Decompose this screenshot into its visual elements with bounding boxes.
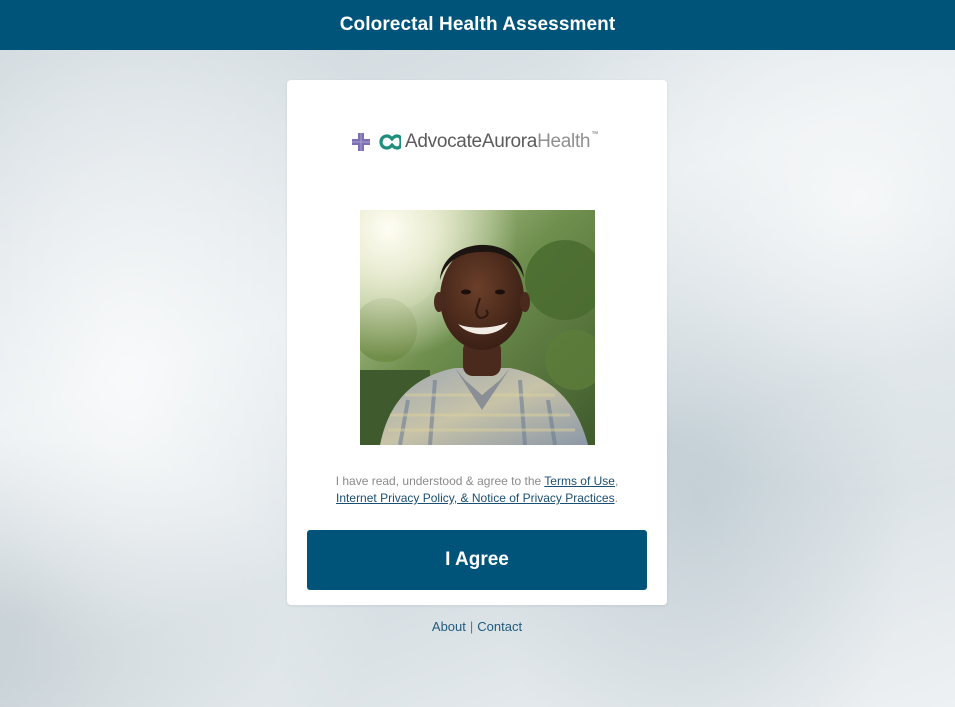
i-agree-button[interactable]: I Agree [307, 530, 647, 590]
page-title: Colorectal Health Assessment [339, 14, 616, 35]
privacy-policy-link[interactable]: Internet Privacy Policy, & Notice of Pri… [336, 491, 615, 505]
brand-name: AdvocateAuroraHealth [405, 131, 590, 153]
hero-photo [360, 210, 595, 445]
advocate-aurora-cross-and-loop-icon [352, 133, 401, 151]
footer-separator: | [469, 619, 474, 634]
trademark-symbol: ™ [591, 130, 599, 138]
consent-period: . [614, 491, 618, 505]
about-link[interactable]: About [432, 619, 466, 634]
consent-statement: I have read, understood & agree to the T… [307, 473, 647, 507]
smiling-man-portrait-image [360, 210, 595, 445]
brand-logo: AdvocateAuroraHealth ™ [351, 130, 598, 154]
brand-name-secondary: Health [537, 131, 591, 152]
consent-comma: , [614, 474, 619, 488]
footer-links: About | Contact [287, 619, 667, 634]
contact-link[interactable]: Contact [477, 619, 522, 634]
brand-name-primary: AdvocateAurora [405, 131, 538, 152]
consent-card: AdvocateAuroraHealth ™ I have read, unde… [287, 80, 667, 605]
consent-text: I have read, understood & agree to the [335, 474, 545, 488]
header-bar: Colorectal Health Assessment [0, 0, 955, 50]
terms-of-use-link[interactable]: Terms of Use [544, 474, 615, 488]
